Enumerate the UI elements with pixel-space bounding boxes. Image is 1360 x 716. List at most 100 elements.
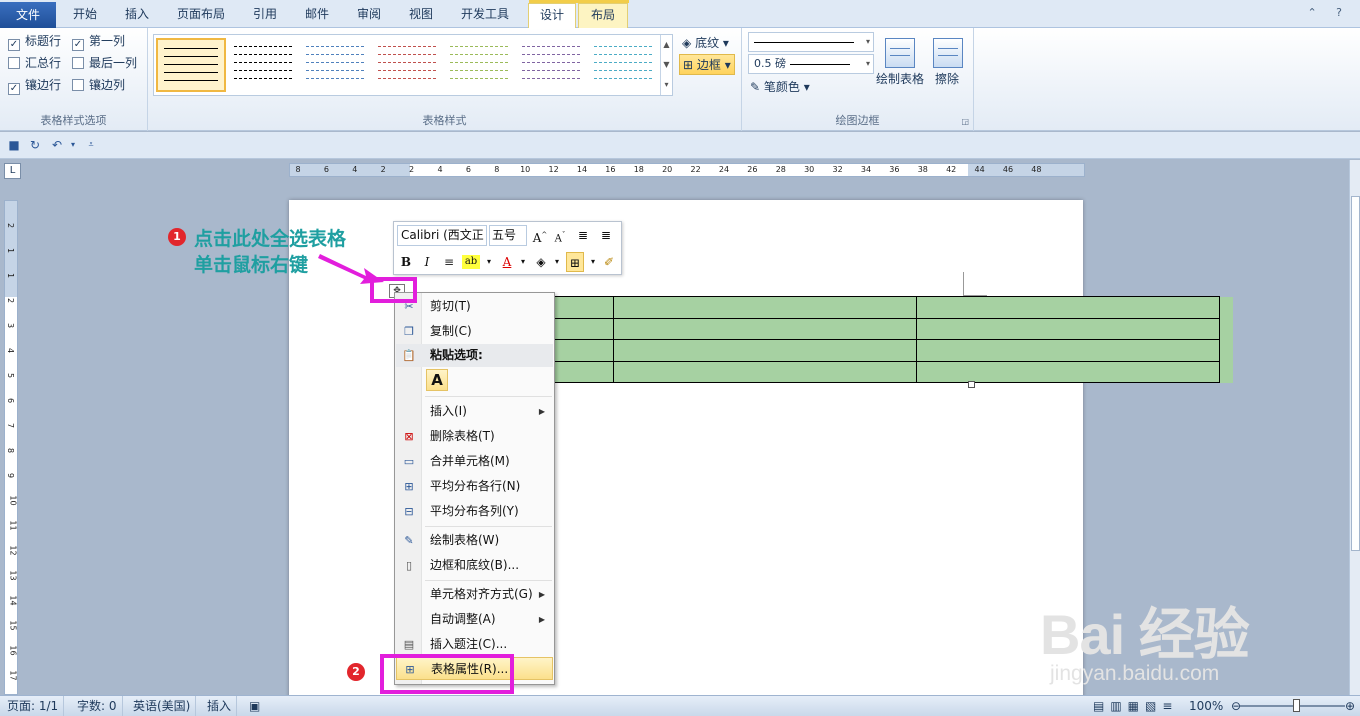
- tab-page-layout[interactable]: 页面布局: [164, 3, 238, 28]
- highlight-icon[interactable]: ab: [462, 255, 480, 269]
- ruler-tick-label: 6: [465, 165, 471, 174]
- tab-mailings[interactable]: 邮件: [292, 3, 342, 28]
- undo-icon[interactable]: ↶: [50, 138, 64, 152]
- zoom-slider-thumb[interactable]: [1293, 699, 1300, 712]
- tab-view[interactable]: 视图: [396, 3, 446, 28]
- document-table[interactable]: [552, 296, 1233, 383]
- table-style-grid[interactable]: [156, 38, 226, 92]
- ruler-tick-label: 2: [6, 222, 16, 229]
- draw-table-button[interactable]: 绘制表格: [876, 70, 924, 87]
- tab-review[interactable]: 审阅: [344, 3, 394, 28]
- tab-insert[interactable]: 插入: [112, 3, 162, 28]
- ruler-tick-label: 4: [352, 165, 358, 174]
- pen-color-button[interactable]: ✎ 笔颜色 ▾: [750, 78, 810, 95]
- ruler-tick-label: 6: [6, 397, 16, 404]
- menu-item-insert-caption[interactable]: ▤ 插入题注(C)...: [396, 633, 553, 656]
- ruler-tick-label: 34: [860, 165, 872, 174]
- tab-file[interactable]: 文件: [0, 2, 56, 28]
- decrease-indent-icon[interactable]: ≣: [574, 225, 592, 245]
- menu-item-insert[interactable]: 插入(I) ▶: [396, 400, 553, 423]
- zoom-level[interactable]: 100%: [1184, 696, 1228, 716]
- gallery-up-icon[interactable]: ▲: [660, 35, 672, 55]
- ruler-tick-label: 17: [8, 670, 18, 681]
- ruler-tick-label: 48: [1031, 165, 1042, 174]
- menu-item-autofit[interactable]: 自动调整(A) ▶: [396, 608, 553, 631]
- merge-cells-icon: ▭: [403, 455, 415, 468]
- checkbox-header-row[interactable]: ✓ 标题行: [8, 32, 61, 51]
- pen-weight-dropdown[interactable]: 0.5 磅 ▾: [748, 54, 874, 74]
- table-style-green[interactable]: [444, 38, 514, 92]
- submenu-arrow-icon: ▶: [538, 407, 545, 416]
- font-size-box[interactable]: 五号: [489, 225, 527, 246]
- tab-references[interactable]: 引用: [240, 3, 290, 28]
- scroll-thumb[interactable]: [1351, 196, 1360, 551]
- grow-font-icon[interactable]: A^: [531, 225, 549, 245]
- checkbox-total-row[interactable]: 汇总行: [8, 54, 61, 72]
- table-style-plain[interactable]: [228, 38, 298, 92]
- menu-item-merge-cells[interactable]: ▭ 合并单元格(M): [396, 450, 553, 473]
- page-count[interactable]: 页面: 1/1: [2, 696, 65, 716]
- horizontal-ruler[interactable]: 8 6 4 2 2 4 6 8 10 12 14 16 18 20 22 24 26 28 30 32 34 36 38 42…: [289, 163, 1085, 177]
- menu-item-borders-shading[interactable]: ▯ 边框和底纹(B)...: [396, 554, 553, 577]
- menu-item-distribute-columns[interactable]: ⊟ 平均分布各列(Y): [396, 500, 553, 523]
- ruler-tick-label: 13: [8, 570, 18, 581]
- shading-button[interactable]: ◈ 底纹 ▾: [682, 34, 729, 51]
- bold-icon[interactable]: B: [397, 252, 415, 272]
- pen-style-dropdown[interactable]: ▾: [748, 32, 874, 52]
- dialog-launcher-icon[interactable]: ◲: [961, 117, 969, 126]
- menu-item-delete-table[interactable]: ⊠ 删除表格(T): [396, 425, 553, 448]
- language-indicator[interactable]: 英语(美国): [128, 696, 197, 716]
- menu-item-cut[interactable]: ✂ 剪切(T): [396, 295, 553, 318]
- menu-item-copy[interactable]: ❐ 复制(C): [396, 320, 553, 343]
- ruler-tick-label: 1: [6, 272, 16, 279]
- word-count[interactable]: 字数: 0: [72, 696, 123, 716]
- italic-icon[interactable]: I: [418, 252, 436, 272]
- zoom-in-icon[interactable]: ⊕: [1340, 696, 1360, 716]
- paste-keep-text-button[interactable]: A: [426, 369, 448, 391]
- format-painter-icon[interactable]: ✐: [600, 252, 618, 272]
- ruler-tick-label: 3: [6, 322, 16, 329]
- increase-indent-icon[interactable]: ≣: [597, 225, 615, 245]
- watermark: Bai 经验 jingyan.baidu.com: [1040, 570, 1340, 690]
- tab-layout[interactable]: 布局: [578, 3, 628, 28]
- help-icon[interactable]: ⌃ ?: [1307, 6, 1350, 19]
- insert-mode[interactable]: 插入: [202, 696, 238, 716]
- checkbox-last-column[interactable]: 最后一列: [72, 54, 137, 72]
- vertical-ruler[interactable]: 21123456789101112131415161718: [4, 200, 18, 706]
- menu-item-draw-table[interactable]: ✎ 绘制表格(W): [396, 529, 553, 552]
- ruler-tick-label: 2: [409, 165, 415, 174]
- save-icon[interactable]: ■: [7, 138, 21, 152]
- tab-home[interactable]: 开始: [60, 3, 110, 28]
- border-button[interactable]: ⊞ 边框 ▾: [679, 54, 735, 75]
- table-style-aqua[interactable]: [588, 38, 658, 92]
- ruler-toggle-button[interactable]: L: [4, 163, 21, 179]
- redo-icon[interactable]: ↻: [28, 138, 42, 152]
- center-align-icon[interactable]: ≡: [440, 252, 458, 272]
- eraser-button[interactable]: 擦除: [935, 70, 959, 87]
- ruler-tick-label: 1: [6, 247, 16, 254]
- font-name-box[interactable]: Calibri (西文正: [397, 225, 487, 246]
- table-style-gallery[interactable]: ▲ ▼ ▾: [153, 34, 673, 96]
- ribbon: ✓ 标题行 ✓ 第一列 汇总行 最后一列 ✓ 镶边行 镶边列 表格样式选项 ▲ …: [0, 28, 1360, 131]
- checkbox-first-column[interactable]: ✓ 第一列: [72, 32, 125, 51]
- borders-icon[interactable]: ⊞: [566, 252, 584, 272]
- checkbox-banded-rows[interactable]: ✓ 镶边行: [8, 76, 61, 95]
- undo-dropdown-icon[interactable]: ▾: [66, 138, 80, 152]
- table-style-blue[interactable]: [300, 38, 370, 92]
- table-resize-handle[interactable]: [968, 381, 975, 388]
- shrink-font-icon[interactable]: Aˇ: [551, 225, 569, 245]
- checkbox-banded-columns[interactable]: 镶边列: [72, 76, 125, 94]
- customize-qat-icon[interactable]: ⩡: [84, 138, 98, 152]
- menu-item-cell-alignment[interactable]: 单元格对齐方式(G) ▶: [396, 583, 553, 606]
- macro-record-icon[interactable]: ▣: [244, 696, 265, 716]
- vertical-scrollbar[interactable]: [1349, 160, 1360, 695]
- ruler-tick-label: 28: [775, 165, 786, 174]
- menu-item-distribute-rows[interactable]: ⊞ 平均分布各行(N): [396, 475, 553, 498]
- table-style-purple[interactable]: [516, 38, 586, 92]
- tab-developer[interactable]: 开发工具: [448, 3, 522, 28]
- view-buttons[interactable]: ▤▥▦▧≡: [1088, 696, 1183, 716]
- gallery-down-icon[interactable]: ▼: [660, 55, 672, 75]
- gallery-more-icon[interactable]: ▾: [660, 75, 672, 95]
- tab-design[interactable]: 设计: [528, 3, 576, 29]
- table-style-red[interactable]: [372, 38, 442, 92]
